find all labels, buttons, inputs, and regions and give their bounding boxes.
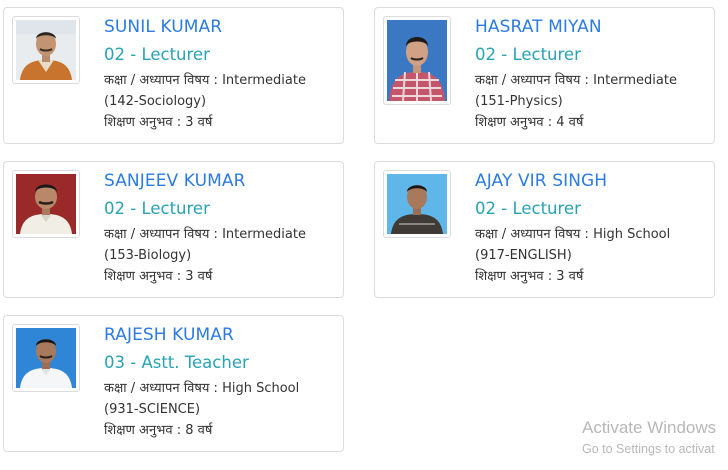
experience-value: 8 वर्ष — [185, 423, 213, 438]
subject-value: (151-Physics) — [475, 94, 563, 109]
experience-label: शिक्षण अनुभव : — [104, 269, 182, 284]
teacher-card: SANJEEV KUMAR 02 - Lecturer कक्षा / अध्य… — [3, 161, 344, 298]
activation-watermark: Activate Windows Go to Settings to activ… — [582, 417, 716, 459]
subject-value: (153-Biology) — [104, 248, 192, 263]
class-subject-line: कक्षा / अध्यापन विषय : High School — [104, 378, 337, 399]
experience-value: 4 वर्ष — [556, 115, 584, 130]
teacher-card: AJAY VIR SINGH 02 - Lecturer कक्षा / अध्… — [374, 161, 715, 298]
class-subject-label: कक्षा / अध्यापन विषय : — [104, 381, 218, 396]
subject-value: (142-Sociology) — [104, 94, 207, 109]
teacher-photo — [12, 324, 80, 392]
teacher-name[interactable]: RAJESH KUMAR — [104, 322, 337, 348]
experience-value: 3 वर्ष — [185, 115, 213, 130]
class-subject-line: कक्षा / अध्यापन विषय : Intermediate — [475, 70, 708, 91]
class-subject-label: कक्षा / अध्यापन विषय : — [475, 227, 589, 242]
experience-line: शिक्षण अनुभव : 3 वर्ष — [475, 266, 708, 287]
experience-label: शिक्षण अनुभव : — [475, 115, 553, 130]
class-subject-line: कक्षा / अध्यापन विषय : High School — [475, 224, 708, 245]
teacher-post: 02 - Lecturer — [475, 45, 581, 64]
teacher-photo — [12, 170, 80, 238]
class-subject-label: कक्षा / अध्यापन विषय : — [104, 73, 218, 88]
teacher-post: 02 - Lecturer — [104, 199, 210, 218]
experience-line: शिक्षण अनुभव : 4 वर्ष — [475, 112, 708, 133]
teacher-photo — [383, 170, 451, 238]
experience-value: 3 वर्ष — [185, 269, 213, 284]
teacher-name[interactable]: AJAY VIR SINGH — [475, 168, 708, 194]
subject-value: (931-SCIENCE) — [104, 402, 201, 417]
experience-line: शिक्षण अनुभव : 3 वर्ष — [104, 266, 337, 287]
experience-label: शिक्षण अनुभव : — [104, 115, 182, 130]
teacher-card: HASRAT MIYAN 02 - Lecturer कक्षा / अध्या… — [374, 7, 715, 144]
class-subject-line: कक्षा / अध्यापन विषय : Intermediate — [104, 70, 337, 91]
teacher-name[interactable]: SUNIL KUMAR — [104, 14, 337, 40]
experience-label: शिक्षण अनुभव : — [475, 269, 553, 284]
watermark-subtitle: Go to Settings to activat — [582, 442, 715, 456]
avatar — [16, 328, 76, 388]
class-value: Intermediate — [222, 227, 306, 242]
teacher-post: 02 - Lecturer — [104, 45, 210, 64]
experience-label: शिक्षण अनुभव : — [104, 423, 182, 438]
avatar — [16, 20, 76, 80]
teacher-card: SUNIL KUMAR 02 - Lecturer कक्षा / अध्याप… — [3, 7, 344, 144]
teacher-post: 03 - Astt. Teacher — [104, 353, 249, 372]
watermark-title: Activate Windows — [582, 418, 717, 437]
subject-value: (917-ENGLISH) — [475, 248, 572, 263]
avatar — [387, 20, 447, 101]
class-subject-label: कक्षा / अध्यापन विषय : — [104, 227, 218, 242]
class-value: Intermediate — [222, 73, 306, 88]
class-value: High School — [222, 381, 300, 396]
teacher-name[interactable]: SANJEEV KUMAR — [104, 168, 337, 194]
teacher-card: RAJESH KUMAR 03 - Astt. Teacher कक्षा / … — [3, 315, 344, 452]
class-subject-line: कक्षा / अध्यापन विषय : Intermediate — [104, 224, 337, 245]
teacher-name[interactable]: HASRAT MIYAN — [475, 14, 708, 40]
avatar — [16, 174, 76, 234]
teacher-photo — [383, 16, 451, 105]
teacher-post: 02 - Lecturer — [475, 199, 581, 218]
experience-line: शिक्षण अनुभव : 8 वर्ष — [104, 420, 337, 441]
class-subject-label: कक्षा / अध्यापन विषय : — [475, 73, 589, 88]
class-value: Intermediate — [593, 73, 677, 88]
experience-value: 3 वर्ष — [556, 269, 584, 284]
experience-line: शिक्षण अनुभव : 3 वर्ष — [104, 112, 337, 133]
avatar — [387, 174, 447, 234]
teacher-photo — [12, 16, 80, 84]
class-value: High School — [593, 227, 671, 242]
